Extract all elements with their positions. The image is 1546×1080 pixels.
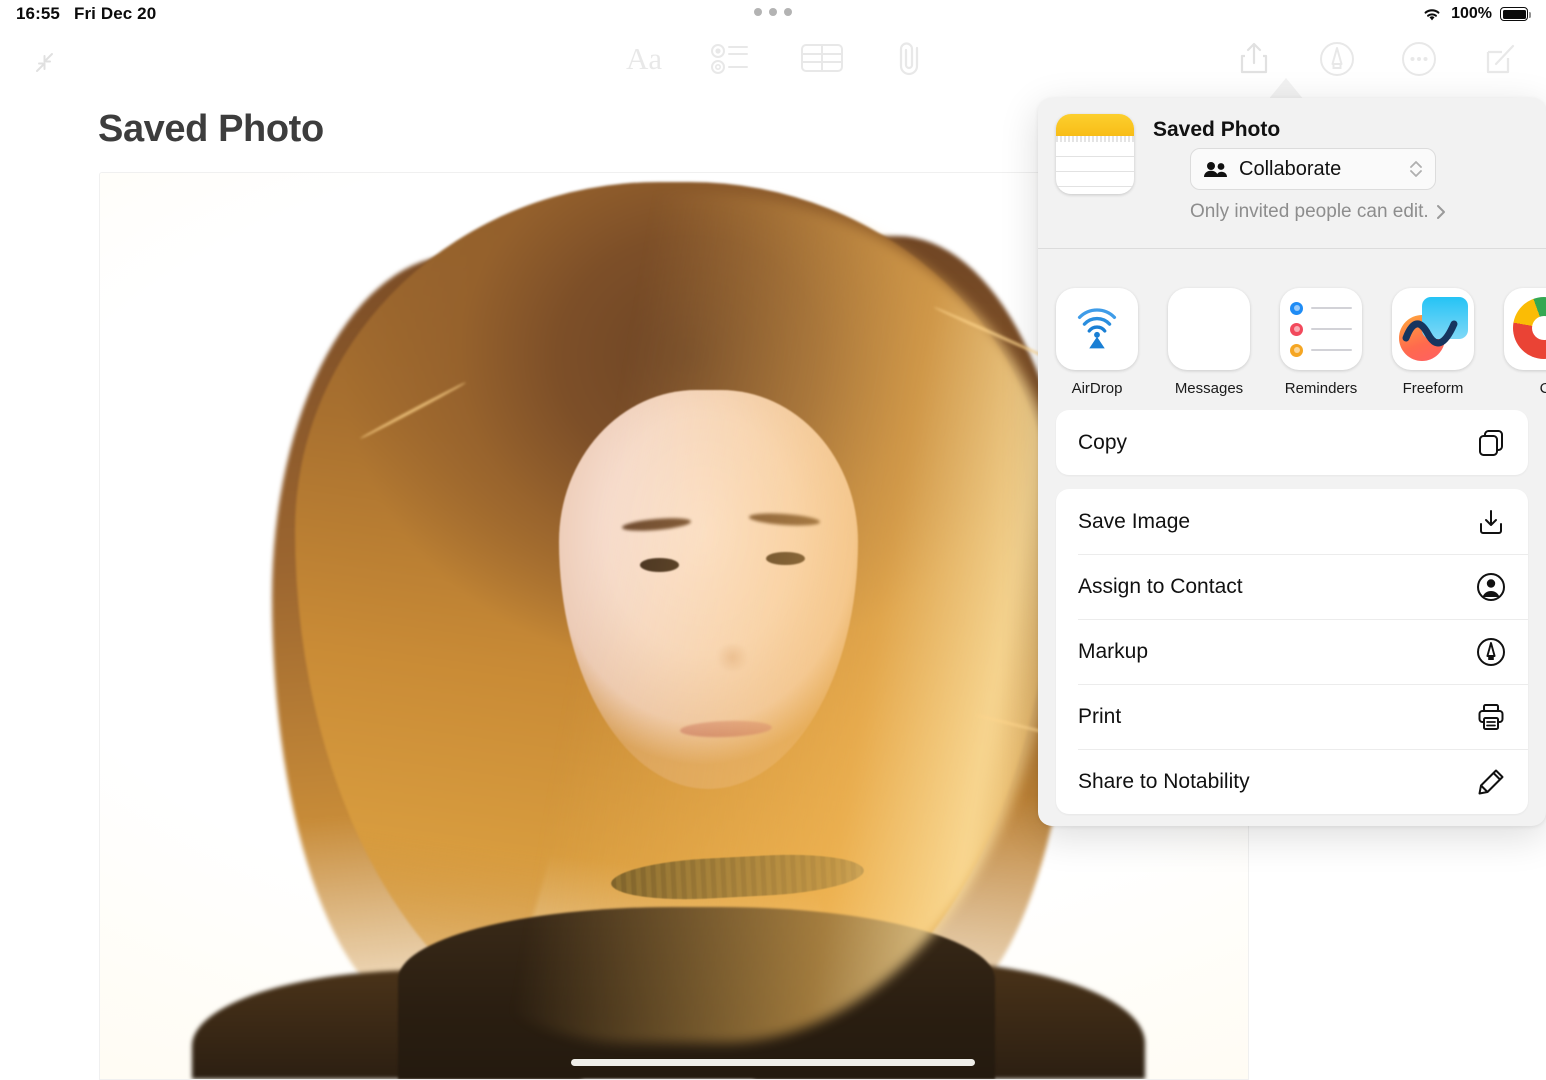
airdrop-icon <box>1056 288 1138 370</box>
share-sheet-popover: Saved Photo Collaborate Only invited peo… <box>1038 98 1546 826</box>
action-label: Copy <box>1078 430 1128 454</box>
share-target-label: Freeform <box>1402 380 1464 397</box>
pencil-icon <box>1476 767 1506 797</box>
divider <box>1038 248 1546 249</box>
action-card-secondary: Save Image Assign to Contact Markup Prin… <box>1056 489 1528 814</box>
home-indicator[interactable] <box>571 1059 975 1066</box>
compose-icon[interactable] <box>1482 40 1520 78</box>
collaborate-label: Collaborate <box>1239 157 1342 180</box>
chevron-right-icon <box>1436 204 1446 220</box>
share-icon[interactable] <box>1234 38 1274 80</box>
action-card-primary: Copy <box>1056 410 1528 475</box>
notes-app-icon <box>1056 114 1134 194</box>
reminders-icon <box>1280 288 1362 370</box>
battery-full-icon <box>1500 7 1531 21</box>
dot <box>784 8 792 16</box>
action-share-to-notability[interactable]: Share to Notability <box>1056 749 1528 814</box>
status-bar: 16:55 Fri Dec 20 100% <box>0 0 1546 32</box>
status-bar-right: 100% <box>1421 5 1531 23</box>
more-ellipsis-icon[interactable] <box>1400 40 1438 78</box>
action-label: Markup <box>1078 639 1149 663</box>
permission-row[interactable]: Only invited people can edit. <box>1190 201 1446 223</box>
share-target-messages[interactable]: Messages <box>1168 288 1250 397</box>
status-bar-left: 16:55 Fri Dec 20 <box>16 4 156 24</box>
collaborate-dropdown[interactable]: Collaborate <box>1190 148 1436 190</box>
printer-icon <box>1476 702 1506 732</box>
collapse-arrows-icon[interactable] <box>28 46 62 80</box>
share-target-airdrop[interactable]: AirDrop <box>1056 288 1138 397</box>
status-date: Fri Dec 20 <box>73 4 157 23</box>
action-markup[interactable]: Markup <box>1056 619 1528 684</box>
share-sheet-header: Saved Photo Collaborate Only invited peo… <box>1038 98 1546 249</box>
share-app-row[interactable]: AirDrop Messages Reminders Freeform C <box>1038 266 1546 397</box>
action-copy[interactable]: Copy <box>1056 410 1528 475</box>
rim-light <box>283 191 1065 1043</box>
share-target-label: AirDrop <box>1071 380 1123 397</box>
share-item-title: Saved Photo <box>1153 118 1281 141</box>
format-aa-button[interactable]: Aa <box>626 43 662 74</box>
contact-icon <box>1476 572 1506 602</box>
permission-text: Only invited people can edit. <box>1190 201 1429 222</box>
share-target-label: Messages <box>1174 380 1244 397</box>
action-print[interactable]: Print <box>1056 684 1528 749</box>
save-image-icon <box>1476 507 1506 537</box>
markup-pen-icon[interactable] <box>1318 40 1356 78</box>
action-label: Print <box>1078 704 1122 728</box>
toolbar-center-group: Aa <box>626 38 928 78</box>
action-save-image[interactable]: Save Image <box>1056 489 1528 554</box>
share-target-freeform[interactable]: Freeform <box>1392 288 1474 397</box>
wifi-icon <box>1421 6 1443 23</box>
share-target-reminders[interactable]: Reminders <box>1280 288 1362 397</box>
markup-pen-icon <box>1476 637 1506 667</box>
table-icon[interactable] <box>800 40 844 76</box>
action-label: Share to Notability <box>1078 769 1250 793</box>
note-toolbar: Aa <box>0 32 1546 96</box>
dot <box>754 8 762 16</box>
share-actions: Copy Save Image Assign to Contact Markup… <box>1056 410 1528 826</box>
toolbar-right-group <box>1234 38 1520 80</box>
paperclip-icon[interactable] <box>892 38 928 78</box>
status-time: 16:55 <box>16 4 60 23</box>
checklist-icon[interactable] <box>710 38 752 78</box>
dot <box>769 8 777 16</box>
action-assign-to-contact[interactable]: Assign to Contact <box>1056 554 1528 619</box>
action-label: Save Image <box>1078 509 1191 533</box>
copy-icon <box>1476 428 1506 458</box>
people-icon <box>1203 160 1229 178</box>
action-label: Assign to Contact <box>1078 574 1243 598</box>
chrome-icon <box>1504 288 1546 370</box>
multitasking-dots-icon[interactable] <box>754 8 792 16</box>
battery-percent: 100% <box>1451 5 1492 22</box>
share-target-label: Reminders <box>1284 380 1358 397</box>
page-title: Saved Photo <box>98 108 324 150</box>
share-target-chrome[interactable]: C <box>1504 288 1546 397</box>
messages-icon <box>1168 288 1250 370</box>
chevron-up-down-icon <box>1409 159 1423 179</box>
freeform-icon <box>1392 288 1474 370</box>
share-target-label: C <box>1539 380 1546 397</box>
